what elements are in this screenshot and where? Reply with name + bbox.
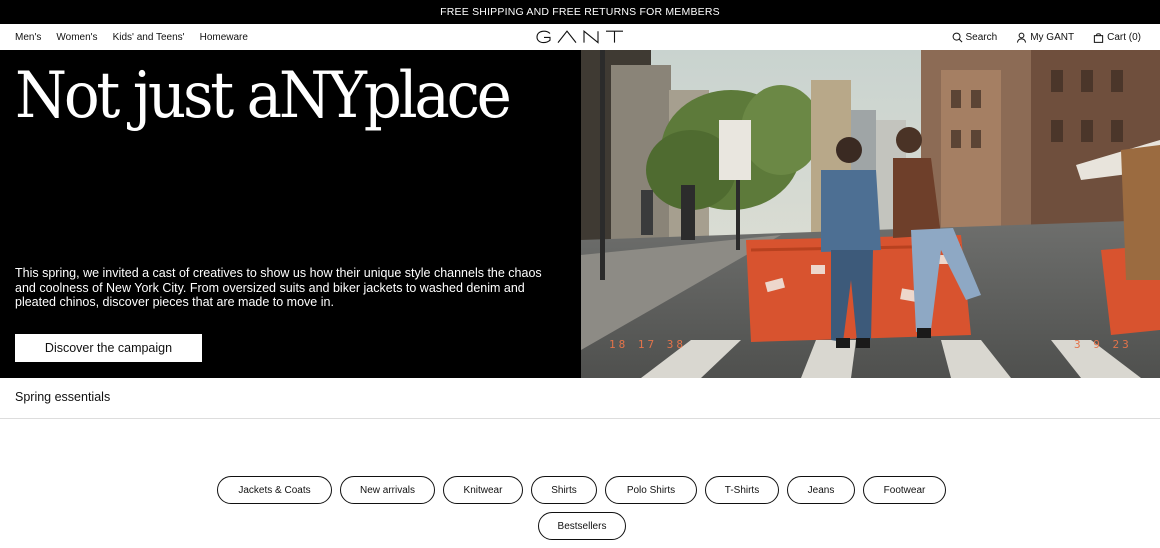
campaign-photo[interactable]: 18 17 38 3 9 23 [581,50,1160,378]
pill-bestsellers[interactable]: Bestsellers [538,512,626,540]
account-label: My GANT [1030,31,1075,43]
pill-polo-shirts[interactable]: Polo Shirts [605,476,697,504]
pill-row-1: Jackets & Coats New arrivals Knitwear Sh… [217,476,946,504]
pill-jackets-coats[interactable]: Jackets & Coats [217,476,332,504]
cart-link[interactable]: Cart (0) [1093,32,1141,43]
search-icon [952,32,962,42]
pill-knitwear[interactable]: Knitwear [443,476,523,504]
promo-bar: FREE SHIPPING AND FREE RETURNS FOR MEMBE… [0,0,1160,24]
search-label: Search [965,31,998,43]
section-title: Spring essentials [15,390,111,404]
pill-shirts[interactable]: Shirts [531,476,597,504]
pill-row-2: Bestsellers [538,512,626,540]
category-nav: Men's Women's Kids' and Teens' Homeware [15,24,248,50]
bag-icon [1093,32,1104,43]
user-icon [1017,32,1027,43]
pill-new-arrivals[interactable]: New arrivals [340,476,435,504]
pill-t-shirts[interactable]: T-Shirts [705,476,779,504]
promo-text: FREE SHIPPING AND FREE RETURNS FOR MEMBE… [440,6,720,18]
hero-text-panel: Not just aNYplace This spring, we invite… [0,50,581,378]
discover-campaign-button[interactable]: Discover the campaign [15,334,202,362]
video-timestamp: 18 17 38 [609,338,686,351]
hero-description: This spring, we invited a cast of creati… [15,266,542,309]
nav-item-women[interactable]: Women's [56,32,97,43]
hero-title: Not just aNYplace [15,59,512,133]
gant-logo[interactable] [536,30,624,44]
cart-label: Cart (0) [1107,31,1141,43]
nav-item-men[interactable]: Men's [15,32,41,43]
nav-item-homeware[interactable]: Homeware [200,32,248,43]
top-navigation: Men's Women's Kids' and Teens' Homeware … [0,24,1160,50]
pill-jeans[interactable]: Jeans [787,476,855,504]
search-link[interactable]: Search [952,31,998,43]
pill-footwear[interactable]: Footwear [863,476,946,504]
utility-nav: Search My GANT Cart (0) [952,24,1141,50]
hero-banner: Not just aNYplace This spring, we invite… [0,50,1160,378]
nav-item-kids-teens[interactable]: Kids' and Teens' [113,32,185,43]
account-link[interactable]: My GANT [1016,32,1074,43]
divider [0,418,1160,419]
video-datestamp: 3 9 23 [1074,338,1132,351]
street-scene-image [581,50,1160,378]
